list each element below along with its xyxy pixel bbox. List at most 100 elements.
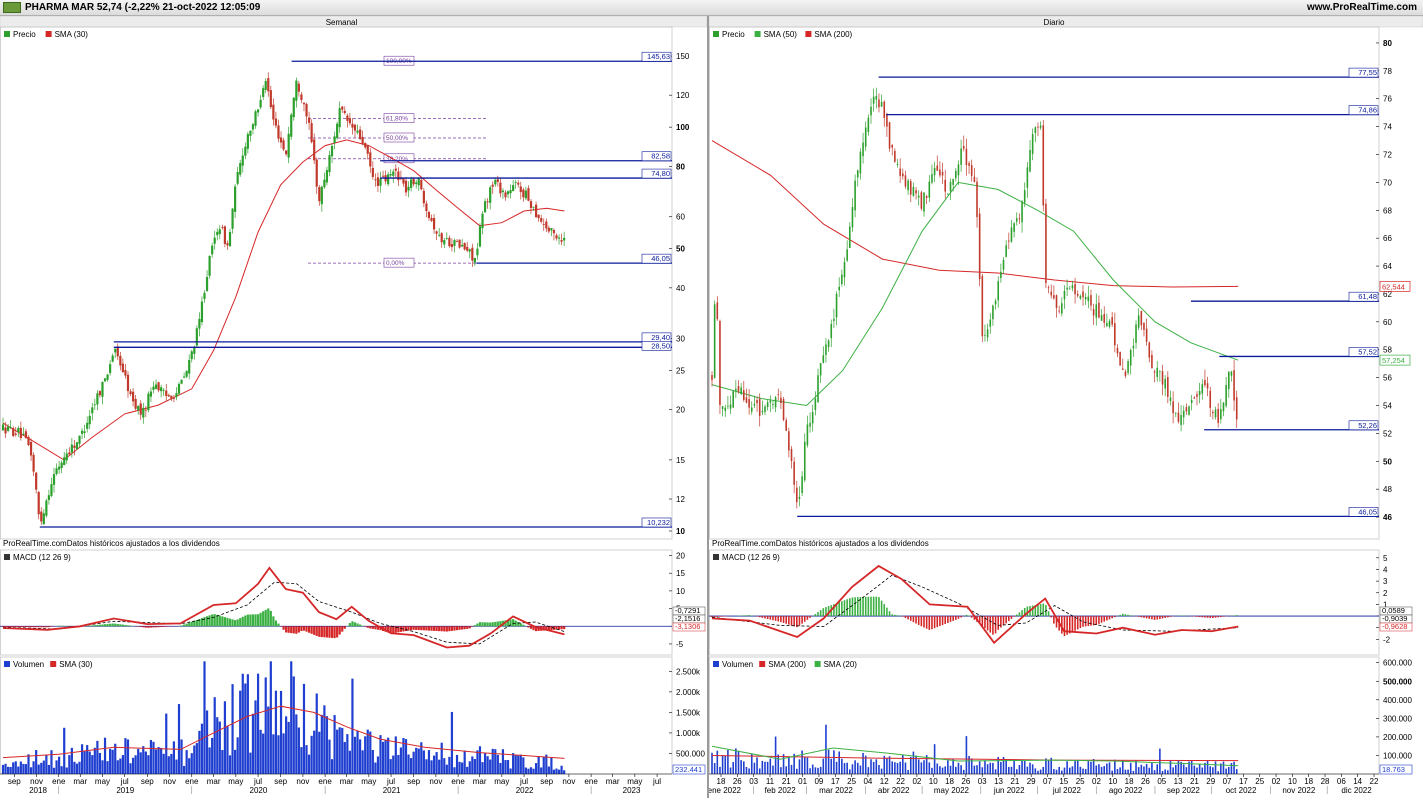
volume-bar	[134, 755, 137, 774]
candle-body	[37, 492, 40, 515]
candle-body	[333, 136, 336, 143]
volume-bar	[796, 768, 798, 774]
candle-body	[962, 146, 965, 149]
volume-bar	[55, 760, 58, 774]
candle-body	[917, 195, 920, 198]
volume-bar	[91, 755, 94, 774]
candle-body	[1053, 295, 1055, 299]
volume-bar	[200, 723, 204, 774]
candle-body	[806, 424, 809, 446]
volume-bar	[392, 755, 395, 774]
x-month-label: nov 2022	[1282, 786, 1315, 795]
volume-bar	[98, 752, 102, 774]
volume-bar	[461, 762, 464, 774]
candle-body	[772, 404, 774, 406]
candle-body	[336, 123, 339, 139]
candle-body	[1129, 349, 1132, 366]
volume-bar	[501, 749, 505, 774]
price-tick-label: 30	[676, 334, 685, 343]
x-month-label: ene	[318, 777, 332, 786]
volume-bar	[172, 741, 175, 774]
candle-body	[307, 117, 311, 123]
candle-body	[149, 391, 153, 397]
candle-body	[902, 173, 904, 177]
volume-bar	[348, 750, 351, 774]
volume-bar	[397, 754, 400, 774]
x-month-label: abr 2022	[878, 786, 910, 795]
volume-tick-label: 1.500k	[676, 708, 701, 717]
candle-body	[267, 78, 270, 92]
volume-bar	[1206, 760, 1209, 774]
daily-chart-svg[interactable]: DiarioPrecio SMA (50) SMA (200)46485052545…	[708, 15, 1423, 798]
candle-body	[931, 174, 933, 183]
candle-body	[862, 142, 864, 157]
candle-body	[320, 186, 323, 205]
volume-bar	[992, 762, 994, 774]
volume-bar	[909, 756, 912, 774]
volume-bar	[297, 727, 300, 774]
weekly-chart-panel[interactable]: Semanal Precio SMA (30) 10 12 15 20 25 30 40 50 60 8…	[0, 15, 708, 798]
volume-bar	[417, 748, 420, 774]
candle-body	[1098, 302, 1100, 318]
x-month-label: mar	[73, 777, 87, 786]
candle-body	[716, 302, 719, 320]
volume-bar	[101, 760, 104, 774]
macd-tick-label: 10	[676, 587, 685, 596]
level-label-6: 10,232	[647, 518, 670, 527]
volume-bar	[443, 758, 446, 774]
candle-body	[1209, 390, 1212, 408]
volume-bar	[226, 725, 229, 774]
volume-bar	[1235, 769, 1238, 774]
volume-bar	[902, 754, 904, 774]
daily-chart-panel[interactable]: Diario Precio SMA (50) SMA (200) 46 48 50 52 54 5…	[708, 15, 1423, 798]
volume-bar	[527, 768, 530, 774]
candle-body	[98, 391, 102, 396]
candle-body	[870, 106, 872, 116]
volume-tick-label: 300.000	[1383, 714, 1412, 723]
price-tick-label: 100	[676, 123, 690, 132]
volume-bar	[119, 758, 122, 774]
volume-bar	[195, 743, 198, 774]
volume-bar	[198, 730, 201, 774]
candle-body	[420, 179, 423, 190]
volume-bar	[358, 739, 362, 774]
candle-body	[218, 229, 221, 234]
x-month-label: may 2022	[934, 786, 970, 795]
candle-body	[886, 113, 888, 127]
volume-bar	[811, 764, 814, 774]
volume-bar	[154, 749, 158, 774]
x-day-label: 13	[1174, 777, 1183, 786]
candle-body	[313, 139, 316, 161]
weekly-chart-svg[interactable]: Semanal Precio SMA (30) 10 12 15 20 25 30 40 50 60 8…	[0, 15, 708, 798]
macd-tick-label: 15	[676, 569, 685, 578]
volume-bar	[19, 761, 22, 774]
volume-bar	[936, 763, 939, 774]
volume-bar	[473, 759, 476, 774]
candle-body	[819, 363, 822, 376]
volume-bar	[40, 762, 43, 774]
volume-bar	[809, 768, 811, 774]
x-day-label: 26	[1141, 777, 1150, 786]
volume-bar	[1015, 769, 1018, 774]
level-label-0: 77,55	[1358, 68, 1377, 77]
x-year-label: 2022	[516, 786, 534, 795]
candle-body	[91, 407, 94, 414]
volume-bar	[1156, 764, 1159, 774]
candle-body	[501, 190, 505, 193]
volume-bar	[499, 763, 502, 774]
volume-bar	[246, 674, 249, 774]
x-month-label: may	[494, 777, 509, 786]
volume-bar	[129, 763, 132, 774]
x-day-label: 22	[896, 777, 905, 786]
candle-body	[1161, 371, 1164, 385]
volume-bar	[177, 704, 181, 774]
volume-bar	[483, 753, 487, 774]
price-tick-label: 12	[676, 495, 685, 504]
price-tick-label: 25	[676, 366, 685, 375]
sma-value-label-0: 62,544	[1382, 282, 1405, 291]
candle-body	[348, 118, 351, 124]
candle-body	[1084, 297, 1087, 300]
volume-bar	[1045, 758, 1047, 774]
site-link[interactable]: www.ProRealTime.com	[1307, 2, 1417, 13]
x-month-label: jul	[519, 777, 528, 786]
